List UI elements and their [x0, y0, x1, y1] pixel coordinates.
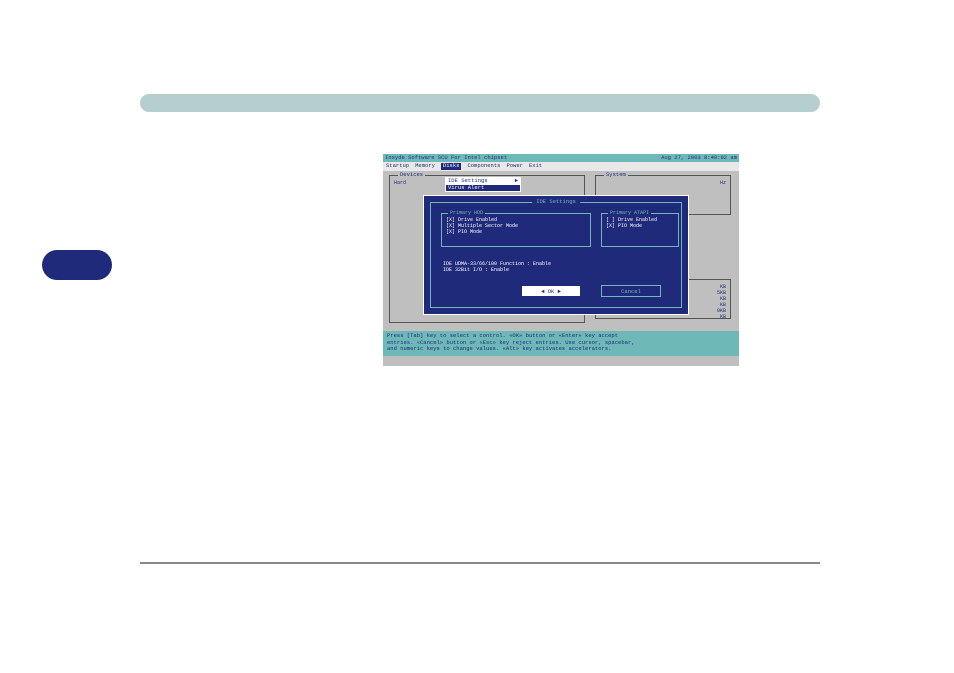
right-arrow-icon: ►: [558, 288, 561, 295]
panel-devices-label: Devices: [398, 172, 425, 179]
menu-power[interactable]: Power: [506, 163, 523, 170]
dialog-inner-frame: IDE Settings Primary HDD [X] Drive Enabl…: [430, 202, 682, 308]
panel-system-label: System: [604, 172, 628, 179]
cancel-button-label: Cancel: [621, 288, 641, 295]
titlebar-datetime: Aug 27, 2003 8:40:02 am: [661, 155, 737, 162]
submenu-arrow-icon: ►: [515, 178, 518, 185]
menu-disks[interactable]: Disks: [441, 163, 462, 170]
side-badge: [42, 250, 112, 280]
menu-components[interactable]: Components: [467, 163, 500, 170]
checkbox-line[interactable]: [X] PIO Mode: [606, 223, 674, 229]
page-divider: [140, 562, 820, 564]
bios-menubar[interactable]: Startup Memory Disks Components Power Exit: [383, 162, 739, 171]
group-primary-hdd-label: Primary HDD: [448, 210, 485, 216]
titlebar-title: Insyde Software SCU For Intel chipset: [385, 155, 507, 162]
group-primary-atapi-body[interactable]: [ ] Drive Enabled[X] PIO Mode: [602, 214, 678, 232]
dialog-title: IDE Settings: [532, 199, 580, 206]
bios-window: Insyde Software SCU For Intel chipset Au…: [383, 154, 739, 366]
disks-dropdown[interactable]: IDE Settings►Virus Alert: [445, 177, 521, 192]
ok-button-label: OK: [548, 288, 555, 295]
page-header-bar: [140, 94, 820, 112]
bios-titlebar: Insyde Software SCU For Intel chipset Au…: [383, 154, 739, 162]
checkbox-line[interactable]: [X] PIO Mode: [446, 229, 586, 235]
cancel-button[interactable]: Cancel: [601, 285, 661, 297]
bios-workarea: Devices Hard System Hz KB5KBKBKB0KBKB ID…: [383, 171, 739, 331]
setting-line: IDE 32Bit I/O : Enable: [443, 267, 551, 273]
menu-exit[interactable]: Exit: [529, 163, 542, 170]
menu-memory[interactable]: Memory: [415, 163, 435, 170]
group-primary-atapi: Primary ATAPI [ ] Drive Enabled[X] PIO M…: [601, 213, 679, 247]
ide-extra-settings: IDE UDMA-33/66/100 Function : EnableIDE …: [443, 261, 551, 273]
bios-statusbar: Press [Tab] key to select a control. «OK…: [383, 331, 739, 356]
left-arrow-icon: ◄: [541, 288, 544, 295]
dropdown-item-virus-alert[interactable]: Virus Alert: [446, 185, 520, 192]
menu-startup[interactable]: Startup: [386, 163, 409, 170]
ok-button[interactable]: ◄ OK ►: [521, 285, 581, 297]
group-primary-hdd-body[interactable]: [X] Drive Enabled[X] Multiple Sector Mod…: [442, 214, 590, 238]
group-primary-atapi-label: Primary ATAPI: [608, 210, 651, 216]
group-primary-hdd: Primary HDD [X] Drive Enabled[X] Multipl…: [441, 213, 591, 247]
ide-settings-dialog: IDE Settings Primary HDD [X] Drive Enabl…: [423, 195, 689, 315]
